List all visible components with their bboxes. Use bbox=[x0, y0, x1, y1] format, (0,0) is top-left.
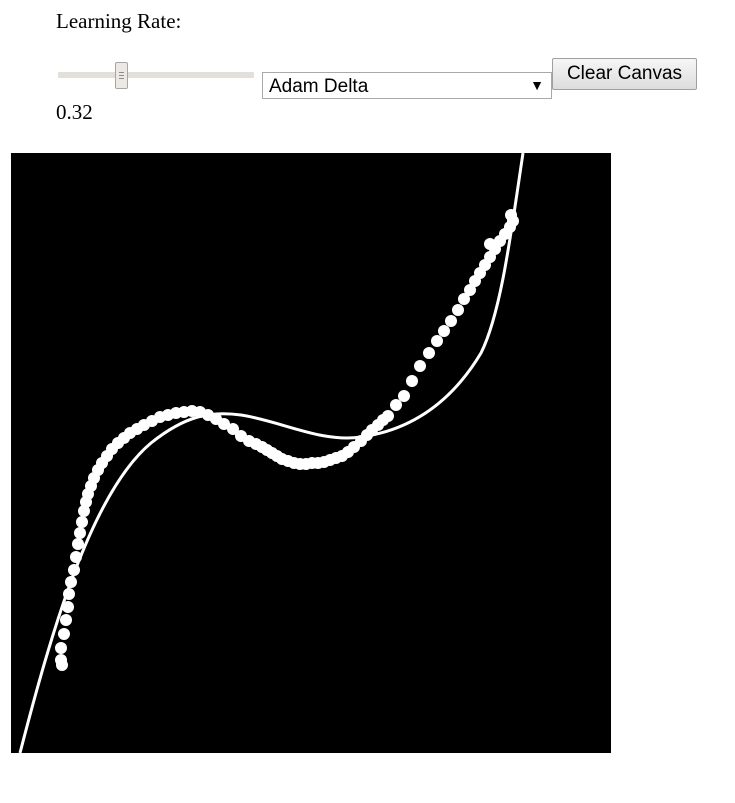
learning-rate-value: 0.32 bbox=[56, 100, 93, 124]
optimizer-select[interactable]: Adam Delta ▼ bbox=[262, 72, 552, 99]
drawn-point bbox=[438, 325, 450, 337]
learning-rate-slider[interactable] bbox=[58, 60, 254, 92]
drawing-canvas[interactable] bbox=[11, 153, 611, 753]
drawn-point bbox=[76, 516, 88, 528]
drawn-point bbox=[484, 238, 496, 250]
clear-canvas-button[interactable]: Clear Canvas bbox=[552, 58, 697, 90]
canvas-drawing bbox=[18, 153, 525, 753]
learning-rate-label: Learning Rate: bbox=[56, 9, 182, 33]
drawn-point bbox=[382, 410, 394, 422]
drawn-point bbox=[72, 538, 84, 550]
drawn-point bbox=[398, 390, 410, 402]
drawn-point bbox=[431, 335, 443, 347]
slider-thumb[interactable] bbox=[115, 62, 128, 89]
drawn-point bbox=[445, 315, 457, 327]
grip-line-icon bbox=[119, 78, 124, 79]
drawn-point bbox=[452, 304, 464, 316]
drawn-point bbox=[55, 654, 67, 666]
drawn-point bbox=[60, 614, 72, 626]
drawn-point bbox=[423, 347, 435, 359]
grip-line-icon bbox=[119, 75, 124, 76]
drawn-point bbox=[74, 527, 86, 539]
dropdown-arrow-icon: ▼ bbox=[530, 77, 544, 93]
optimizer-selected-value: Adam Delta bbox=[269, 76, 369, 97]
slider-track[interactable] bbox=[58, 72, 254, 78]
drawn-point bbox=[390, 399, 402, 411]
drawn-point bbox=[58, 628, 70, 640]
drawn-point bbox=[55, 642, 67, 654]
drawn-point bbox=[414, 360, 426, 372]
grip-line-icon bbox=[119, 72, 124, 73]
drawn-point bbox=[406, 375, 418, 387]
